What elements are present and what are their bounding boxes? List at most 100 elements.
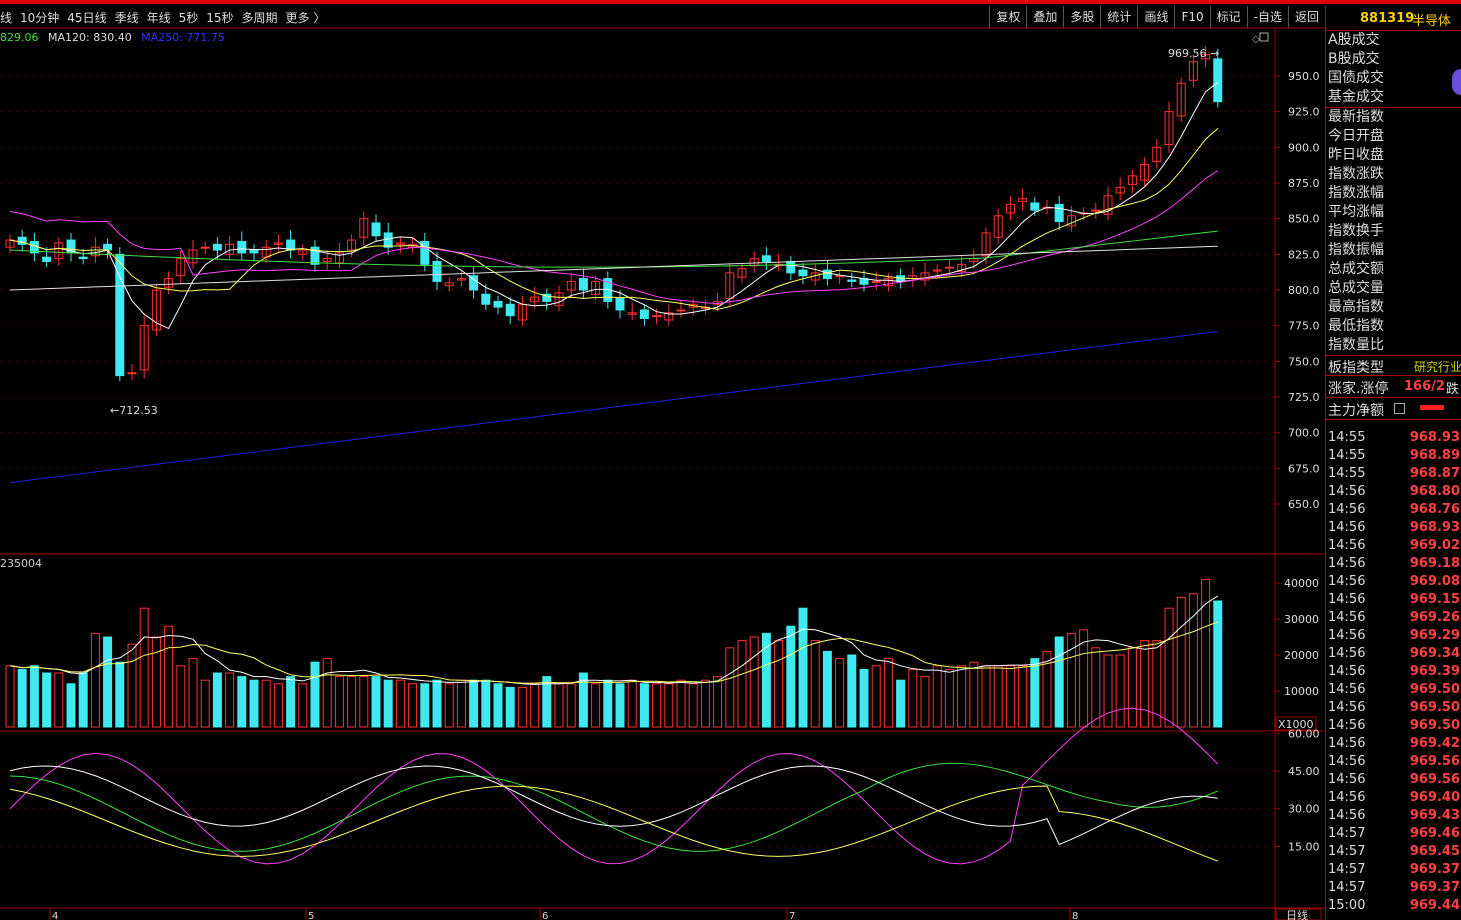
- trade-stat-0: A股成交: [1328, 32, 1380, 48]
- volume-bar: [249, 679, 259, 728]
- candle-body: [1213, 58, 1223, 103]
- tick-time: 14:56: [1328, 790, 1366, 805]
- volume-bar: [54, 672, 64, 728]
- volume-bar: [322, 658, 332, 728]
- volume-bar: [310, 661, 320, 728]
- ma250-line: [9, 330, 1218, 484]
- tick-row: 14:56 969.50: [1326, 717, 1461, 735]
- volume-bar: [371, 676, 381, 728]
- volume-bar: [700, 679, 710, 728]
- kline-chart[interactable]: 950.0 925.0 900.0 875.0 850.0 825.0 800.0 775.0…: [0, 0, 1325, 920]
- tick-row: 14:56 969.40: [1326, 789, 1461, 807]
- tick-row: 14:56 969.50: [1326, 699, 1461, 717]
- candle-body: [786, 260, 796, 274]
- volume-bar: [225, 672, 235, 728]
- volume-bar: [517, 686, 527, 728]
- volume-label: 235004: [0, 557, 42, 570]
- volume-bar: [164, 625, 174, 728]
- indicator-tick-label: 45.00: [1288, 765, 1320, 778]
- price-tick-label: 650.0: [1288, 498, 1320, 511]
- volume-bar: [871, 665, 881, 728]
- tick-row: 14:56 969.18: [1326, 555, 1461, 573]
- window-icon: [1259, 32, 1269, 42]
- list-icon[interactable]: [1394, 403, 1405, 414]
- tick-time: 14:56: [1328, 502, 1366, 517]
- tick-price: 968.89: [1409, 448, 1460, 463]
- volume-bar: [103, 636, 113, 728]
- candle-body: [652, 315, 662, 318]
- tick-time: 14:56: [1328, 574, 1366, 589]
- tick-price: 969.37: [1409, 862, 1460, 877]
- indicator-j-line: [9, 765, 1218, 846]
- candle-body: [798, 269, 808, 277]
- volume-bar: [383, 679, 393, 728]
- volume-bar: [908, 668, 918, 728]
- volume-tick-label: 40000: [1284, 577, 1319, 590]
- price-tick-label: 700.0: [1288, 427, 1320, 440]
- volume-bar: [786, 625, 796, 728]
- tick-price: 969.26: [1409, 610, 1460, 625]
- index-stat-2: 昨日收盘: [1328, 147, 1384, 163]
- date-tick-label: 6: [542, 911, 548, 920]
- tick-price: 969.45: [1409, 844, 1460, 859]
- volume-bar: [115, 661, 125, 728]
- volume-bar: [456, 679, 466, 728]
- volume-bar: [969, 661, 979, 728]
- tick-time: 14:55: [1328, 466, 1366, 481]
- index-name: 半导体: [1412, 14, 1452, 29]
- date-tick-label: 8: [1072, 911, 1078, 920]
- indicator-tick-label: 15.00: [1288, 840, 1320, 853]
- tick-row: 14:56 969.42: [1326, 735, 1461, 753]
- volume-bar: [29, 665, 39, 728]
- volume-bar: [17, 668, 27, 728]
- volume-bar: [78, 672, 88, 728]
- candle-body: [505, 303, 515, 317]
- tick-time: 14:56: [1328, 718, 1366, 733]
- volume-tick-label: 10000: [1284, 685, 1319, 698]
- volume-bar: [566, 683, 576, 728]
- circle-button[interactable]: [1452, 69, 1461, 95]
- indicator-d-line: [9, 762, 1218, 852]
- trade-stat-2: 国债成交: [1328, 70, 1384, 86]
- tick-price: 969.56: [1409, 772, 1460, 787]
- volume-bar: [1018, 665, 1028, 728]
- candle-body: [1091, 209, 1101, 212]
- tick-price: 968.87: [1409, 466, 1460, 481]
- tick-price: 969.34: [1409, 646, 1460, 661]
- index-stat-11: 最低指数: [1328, 318, 1384, 334]
- candle-body: [115, 253, 125, 377]
- volume-bar: [627, 679, 637, 728]
- tick-row: 14:56 969.50: [1326, 681, 1461, 699]
- volume-bar: [896, 679, 906, 728]
- up-stats-row: 涨家.涨停 166/2 跌: [1326, 376, 1461, 397]
- volume-bar: [188, 658, 198, 728]
- candle-body: [42, 256, 52, 262]
- volume-bar: [273, 683, 283, 728]
- tick-time: 14:57: [1328, 844, 1366, 859]
- index-info-panel: 881319 半导体 A股成交 B股成交 国债成交 基金成交 最新指数 今日开盘 昨日收盘…: [1325, 6, 1461, 920]
- tick-price: 968.93: [1409, 520, 1460, 535]
- index-stat-12: 指数量比: [1328, 337, 1384, 353]
- volume-bar: [151, 636, 161, 728]
- volume-bar: [1164, 607, 1174, 728]
- volume-bar: [688, 683, 698, 728]
- volume-bar: [591, 683, 601, 728]
- price-tick-label: 675.0: [1288, 462, 1320, 475]
- volume-bar: [420, 683, 430, 728]
- volume-bar: [298, 683, 308, 728]
- volume-bar: [932, 665, 942, 728]
- trade-stat-1: B股成交: [1328, 51, 1380, 67]
- candle-body: [1054, 203, 1064, 223]
- candle-body: [761, 255, 771, 262]
- volume-bar: [957, 665, 967, 728]
- price-tick-label: 800.0: [1288, 284, 1320, 297]
- price-tick-label: 750.0: [1288, 355, 1320, 368]
- tick-price: 969.50: [1409, 682, 1460, 697]
- tick-time: 14:56: [1328, 682, 1366, 697]
- candle-body: [615, 298, 625, 311]
- volume-bar: [1176, 596, 1186, 728]
- tick-time: 14:56: [1328, 736, 1366, 751]
- candle-body: [127, 372, 137, 375]
- price-tick-label: 775.0: [1288, 320, 1320, 333]
- volume-bar: [359, 676, 369, 728]
